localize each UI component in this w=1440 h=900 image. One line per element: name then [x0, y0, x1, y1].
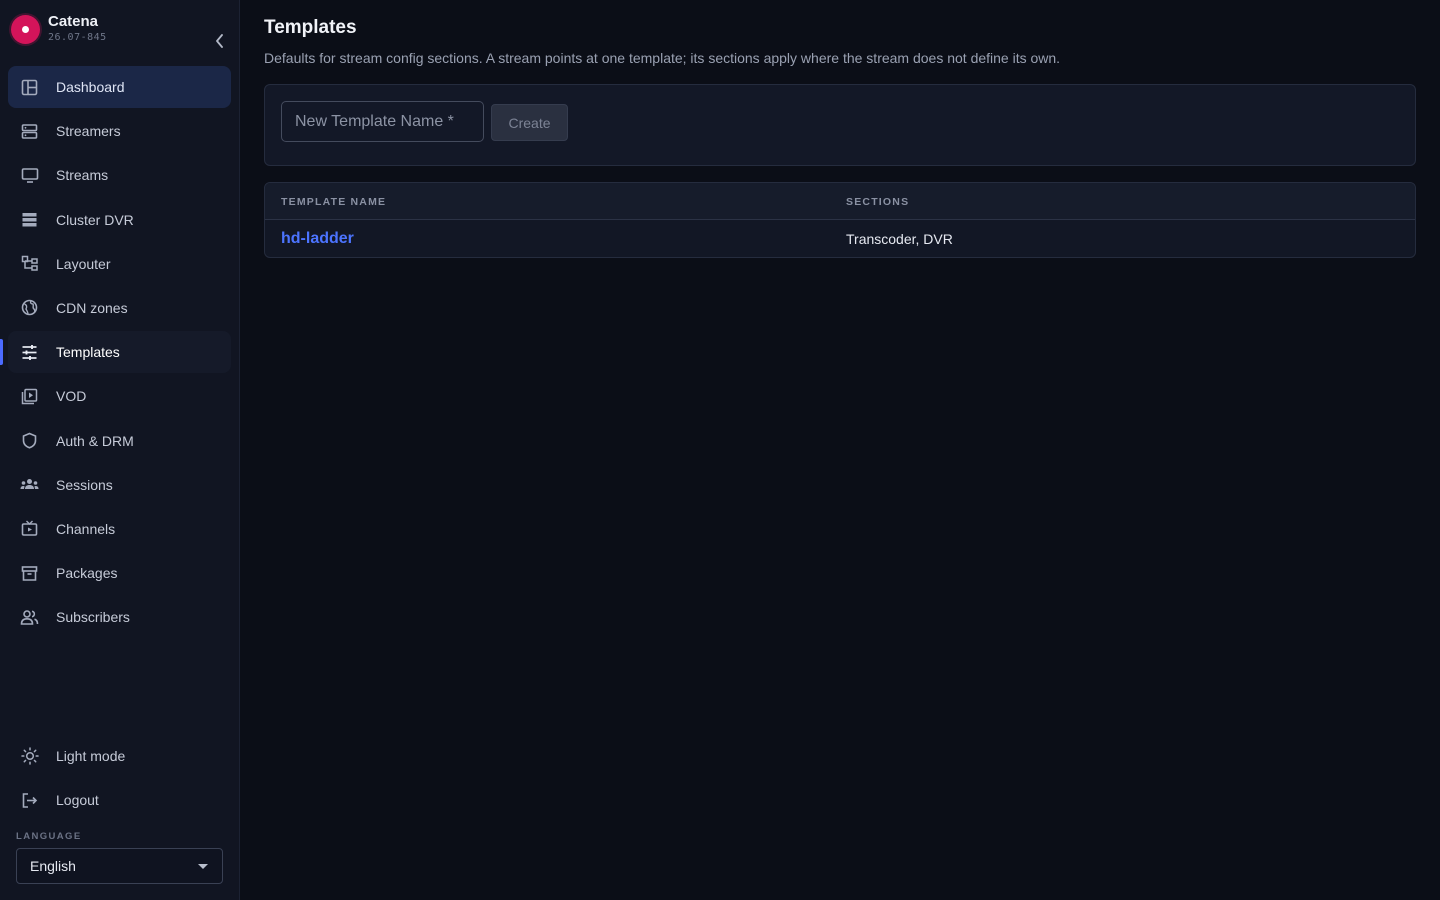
- tv-icon: [20, 519, 39, 538]
- brand-version: 26.07-845: [48, 32, 107, 43]
- page-title: Templates: [264, 17, 357, 38]
- language-select[interactable]: English: [16, 848, 223, 884]
- video-library-icon: [20, 387, 39, 406]
- logout-icon: [20, 791, 39, 810]
- sidebar-item-channels[interactable]: Channels: [8, 508, 231, 550]
- page-description: Defaults for stream config sections. A s…: [264, 50, 1061, 66]
- shield-icon: [20, 431, 39, 450]
- sidebar-item-streamers[interactable]: Streamers: [8, 110, 231, 152]
- monitor-icon: [20, 166, 39, 185]
- sidebar-item-label: Streamers: [56, 123, 121, 140]
- create-template-card: Create: [264, 84, 1416, 166]
- caret-down-icon: [198, 864, 208, 869]
- create-button[interactable]: Create: [491, 104, 568, 141]
- sidebar-item-streams[interactable]: Streams: [8, 154, 231, 196]
- sidebar-item-dashboard[interactable]: Dashboard: [8, 66, 231, 108]
- light-mode-label: Light mode: [56, 748, 126, 764]
- sidebar-item-label: Packages: [56, 565, 118, 582]
- logout-button[interactable]: Logout: [8, 779, 231, 821]
- sidebar-item-label: CDN zones: [56, 299, 128, 316]
- server-icon: [20, 122, 39, 141]
- sun-icon: [20, 747, 39, 766]
- group-icon: [20, 475, 39, 494]
- sidebar-item-auth-drm[interactable]: Auth & DRM: [8, 420, 231, 462]
- template-name-link[interactable]: hd-ladder: [281, 230, 354, 248]
- light-mode-toggle[interactable]: Light mode: [8, 735, 231, 777]
- dashboard-icon: [20, 78, 39, 97]
- sliders-icon: [20, 343, 39, 362]
- storage-icon: [20, 210, 39, 229]
- table-row[interactable]: hd-ladder Transcoder, DVR: [265, 220, 1415, 257]
- sidebar-item-label: Subscribers: [56, 609, 130, 626]
- templates-table: TEMPLATE NAME SECTIONS hd-ladder Transco…: [264, 182, 1416, 258]
- brand-name: Catena: [48, 13, 99, 30]
- sidebar-item-label: Layouter: [56, 255, 111, 272]
- language-label: LANGUAGE: [16, 831, 82, 842]
- sidebar-nav: Dashboard Streamers Streams Cluster DVR …: [0, 66, 231, 640]
- brand: Catena 26.07-845: [10, 12, 230, 48]
- chevron-left-icon: [216, 34, 223, 48]
- logout-label: Logout: [56, 792, 99, 808]
- language-value: English: [30, 858, 76, 874]
- sidebar-item-label: Channels: [56, 520, 116, 537]
- sidebar-item-label: Templates: [56, 344, 120, 361]
- template-sections: Transcoder, DVR: [846, 231, 953, 247]
- sidebar-item-vod[interactable]: VOD: [8, 375, 231, 417]
- sidebar-item-sessions[interactable]: Sessions: [8, 464, 231, 506]
- column-header-template-name[interactable]: TEMPLATE NAME: [281, 196, 386, 208]
- sidebar-item-label: Auth & DRM: [56, 432, 134, 449]
- sidebar-item-label: Sessions: [56, 476, 113, 493]
- column-header-sections[interactable]: SECTIONS: [846, 196, 909, 208]
- sidebar-item-label: Cluster DVR: [56, 211, 134, 228]
- sidebar-bottom-nav: Light mode Logout: [8, 735, 231, 823]
- sidebar: Catena 26.07-845 Dashboard Streamers Str…: [0, 0, 240, 900]
- sidebar-item-cluster-dvr[interactable]: Cluster DVR: [8, 199, 231, 241]
- sidebar-item-packages[interactable]: Packages: [8, 552, 231, 594]
- collapse-sidebar-button[interactable]: [206, 29, 234, 53]
- catena-logo-icon: [11, 15, 40, 44]
- new-template-name-input[interactable]: [281, 101, 484, 142]
- sidebar-item-label: VOD: [56, 388, 87, 405]
- sidebar-item-label: Dashboard: [56, 79, 125, 95]
- sidebar-item-templates[interactable]: Templates: [0, 331, 231, 374]
- sidebar-item-cdn-zones[interactable]: CDN zones: [8, 287, 231, 329]
- layout-icon: [20, 254, 39, 273]
- sidebar-item-subscribers[interactable]: Subscribers: [8, 596, 231, 638]
- globe-icon: [20, 298, 39, 317]
- sidebar-item-label: Streams: [56, 167, 109, 184]
- users-icon: [20, 608, 39, 627]
- archive-icon: [20, 564, 39, 583]
- table-header: TEMPLATE NAME SECTIONS: [265, 183, 1415, 220]
- sidebar-item-layouter[interactable]: Layouter: [8, 243, 231, 285]
